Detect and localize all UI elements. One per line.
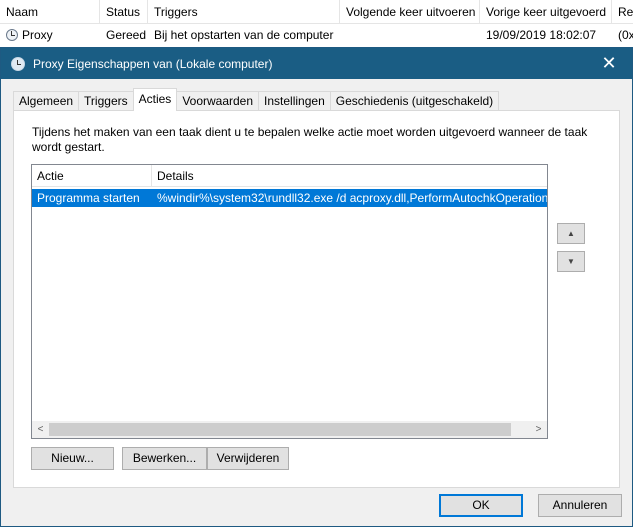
dialog-titlebar[interactable]: Proxy Eigenschappen van (Lokale computer… xyxy=(1,48,632,79)
horizontal-scrollbar[interactable]: < > xyxy=(32,421,547,438)
scroll-left-icon[interactable]: < xyxy=(32,421,49,438)
scroll-track[interactable] xyxy=(49,421,530,438)
tab-triggers[interactable]: Triggers xyxy=(78,91,134,111)
actions-list-header: Actie Details xyxy=(32,165,547,187)
column-header-name[interactable]: Naam xyxy=(0,0,100,24)
close-button[interactable]: ✕ xyxy=(586,48,632,79)
tab-instellingen[interactable]: Instellingen xyxy=(258,91,331,111)
column-header-last-run[interactable]: Vorige keer uitgevoerd xyxy=(480,0,612,24)
panel-description: Tijdens het maken van een taak dient u t… xyxy=(32,125,588,154)
tab-acties[interactable]: Acties xyxy=(132,88,178,111)
column-header-actie[interactable]: Actie xyxy=(32,165,152,187)
column-header-status[interactable]: Status xyxy=(100,0,148,24)
column-header-triggers[interactable]: Triggers xyxy=(148,0,340,24)
tab-algemeen[interactable]: Algemeen xyxy=(13,91,80,111)
tab-geschiedenis[interactable]: Geschiedenis (uitgeschakeld) xyxy=(329,91,500,111)
cancel-button[interactable]: Annuleren xyxy=(538,494,622,517)
column-header-next-run[interactable]: Volgende keer uitvoeren xyxy=(340,0,480,24)
task-next-run xyxy=(340,24,480,46)
task-list: Naam Status Triggers Volgende keer uitvo… xyxy=(0,0,633,48)
task-triggers: Bij het opstarten van de computer xyxy=(154,28,334,42)
task-status: Gereed xyxy=(106,28,147,42)
edit-button[interactable]: Bewerken... xyxy=(122,447,207,470)
clock-icon xyxy=(11,56,25,71)
scroll-right-icon[interactable]: > xyxy=(530,421,547,438)
properties-dialog: Proxy Eigenschappen van (Lokale computer… xyxy=(0,47,633,527)
dialog-title: Proxy Eigenschappen van (Lokale computer… xyxy=(33,56,273,71)
move-down-button[interactable]: ▼ xyxy=(557,251,585,272)
task-list-header: Naam Status Triggers Volgende keer uitvo… xyxy=(0,0,633,24)
column-header-result[interactable]: Re xyxy=(612,0,633,24)
task-name: Proxy xyxy=(22,28,53,42)
clock-icon xyxy=(6,29,18,41)
action-details: %windir%\system32\rundll32.exe /d acprox… xyxy=(157,191,547,205)
tab-voorwaarden[interactable]: Voorwaarden xyxy=(176,91,260,111)
move-up-button[interactable]: ▲ xyxy=(557,223,585,244)
task-result: (0x xyxy=(618,28,633,42)
acties-panel: Tijdens het maken van een taak dient u t… xyxy=(13,110,620,488)
task-row[interactable]: Proxy Gereed Bij het opstarten van de co… xyxy=(0,24,633,46)
action-type: Programma starten xyxy=(37,191,140,205)
delete-button[interactable]: Verwijderen xyxy=(207,447,289,470)
task-last-run: 19/09/2019 18:02:07 xyxy=(486,28,597,42)
action-row[interactable]: Programma starten %windir%\system32\rund… xyxy=(32,189,547,207)
arrow-down-icon: ▼ xyxy=(567,257,575,266)
arrow-up-icon: ▲ xyxy=(567,229,575,238)
scroll-thumb[interactable] xyxy=(49,423,511,436)
column-header-details[interactable]: Details xyxy=(152,165,547,187)
new-button[interactable]: Nieuw... xyxy=(31,447,114,470)
actions-list[interactable]: Actie Details Programma starten %windir%… xyxy=(31,164,548,439)
task-name-cell: Proxy xyxy=(0,24,100,46)
ok-button[interactable]: OK xyxy=(439,494,523,517)
tab-strip: Algemeen Triggers Acties Voorwaarden Ins… xyxy=(13,88,500,111)
